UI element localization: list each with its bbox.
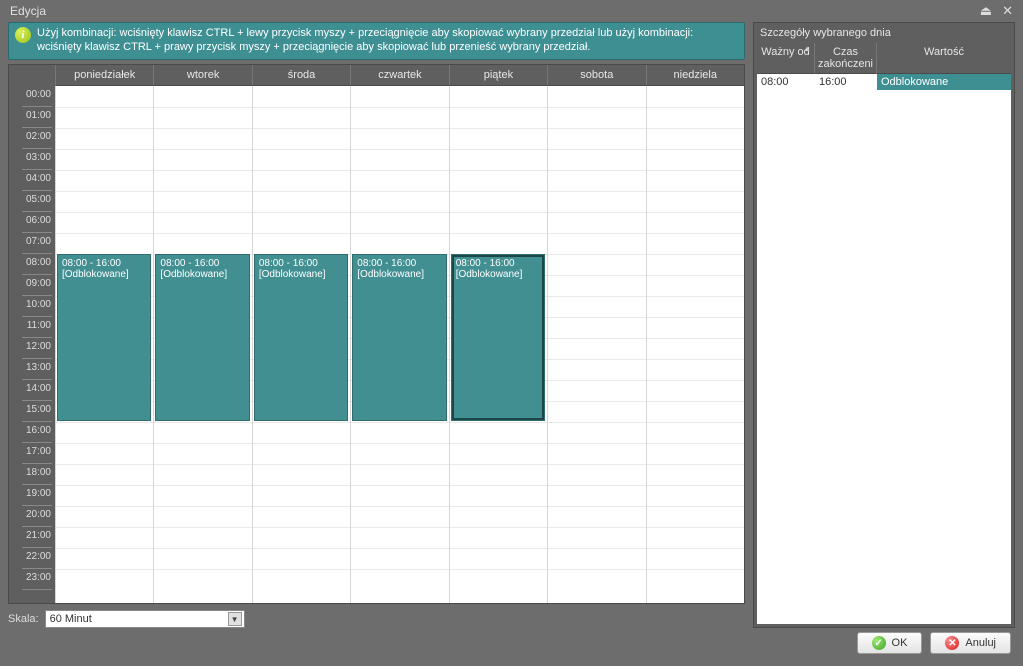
table-row[interactable]: 08:0016:00Odblokowane (757, 74, 1011, 90)
time-label: 15:00 (9, 401, 55, 422)
window-title: Edycja (10, 4, 46, 18)
details-header: Ważny od ▲ Czas zakończeni Wartość (757, 43, 1011, 74)
cancel-icon: ✕ (945, 636, 959, 650)
day-header[interactable]: wtorek (153, 65, 251, 86)
time-label: 10:00 (9, 296, 55, 317)
day-header[interactable]: poniedziałek (55, 65, 153, 86)
sort-asc-icon: ▲ (803, 45, 811, 54)
day-header[interactable]: sobota (547, 65, 645, 86)
time-label: 17:00 (9, 443, 55, 464)
day-column[interactable]: 08:00 - 16:00[Odblokowane] (350, 86, 448, 604)
hint-banner: Użyj kombinacji: wciśnięty klawisz CTRL … (8, 22, 745, 60)
time-label: 05:00 (9, 191, 55, 212)
time-label: 03:00 (9, 149, 55, 170)
time-label: 00:00 (9, 86, 55, 107)
scale-label: Skala: (8, 613, 39, 625)
time-label: 06:00 (9, 212, 55, 233)
day-header[interactable]: niedziela (646, 65, 744, 86)
time-label: 02:00 (9, 128, 55, 149)
scale-select[interactable]: 60 Minut ▼ (45, 610, 245, 628)
time-label: 09:00 (9, 275, 55, 296)
day-header[interactable]: środa (252, 65, 350, 86)
day-column[interactable]: 08:00 - 16:00[Odblokowane] (252, 86, 350, 604)
calendar-event[interactable]: 08:00 - 16:00[Odblokowane] (155, 254, 249, 421)
day-column[interactable] (547, 86, 645, 604)
chevron-down-icon: ▼ (228, 612, 242, 626)
calendar: poniedziałekwtorekśrodaczwartekpiąteksob… (8, 64, 745, 605)
time-label: 08:00 (9, 254, 55, 275)
col-end-time[interactable]: Czas zakończeni (815, 43, 877, 74)
time-label: 23:00 (9, 569, 55, 590)
calendar-event[interactable]: 08:00 - 16:00[Odblokowane] (254, 254, 348, 421)
time-label: 18:00 (9, 464, 55, 485)
day-column[interactable] (646, 86, 744, 604)
ok-button[interactable]: ✓ OK (857, 632, 923, 654)
info-icon (15, 27, 31, 43)
day-header[interactable]: czwartek (350, 65, 448, 86)
cancel-button[interactable]: ✕ Anuluj (930, 632, 1011, 654)
day-column[interactable]: 08:00 - 16:00[Odblokowane] (55, 86, 153, 604)
day-header[interactable]: piątek (449, 65, 547, 86)
time-label: 14:00 (9, 380, 55, 401)
hint-text: Użyj kombinacji: wciśnięty klawisz CTRL … (37, 27, 738, 55)
time-label: 04:00 (9, 170, 55, 191)
calendar-event[interactable]: 08:00 - 16:00[Odblokowane] (451, 254, 545, 421)
day-column[interactable]: 08:00 - 16:00[Odblokowane] (153, 86, 251, 604)
time-label: 12:00 (9, 338, 55, 359)
calendar-event[interactable]: 08:00 - 16:00[Odblokowane] (57, 254, 151, 421)
check-icon: ✓ (872, 636, 886, 650)
time-label: 01:00 (9, 107, 55, 128)
col-value[interactable]: Wartość (877, 43, 1011, 74)
time-label: 19:00 (9, 485, 55, 506)
time-label: 11:00 (9, 317, 55, 338)
close-icon[interactable]: ✕ (1002, 3, 1013, 19)
pin-icon[interactable]: ⏏ (980, 3, 992, 19)
time-label: 22:00 (9, 548, 55, 569)
details-title: Szczegóły wybranego dnia (754, 23, 1014, 43)
time-label: 20:00 (9, 506, 55, 527)
day-column[interactable]: 08:00 - 16:00[Odblokowane] (449, 86, 547, 604)
time-label: 07:00 (9, 233, 55, 254)
titlebar: Edycja ⏏ ✕ (8, 0, 1015, 22)
time-label: 21:00 (9, 527, 55, 548)
time-label: 13:00 (9, 359, 55, 380)
scale-value: 60 Minut (50, 613, 92, 625)
col-valid-from[interactable]: Ważny od ▲ (757, 43, 815, 74)
details-panel: Szczegóły wybranego dnia Ważny od ▲ Czas… (753, 22, 1015, 628)
time-label: 16:00 (9, 422, 55, 443)
calendar-event[interactable]: 08:00 - 16:00[Odblokowane] (352, 254, 446, 421)
